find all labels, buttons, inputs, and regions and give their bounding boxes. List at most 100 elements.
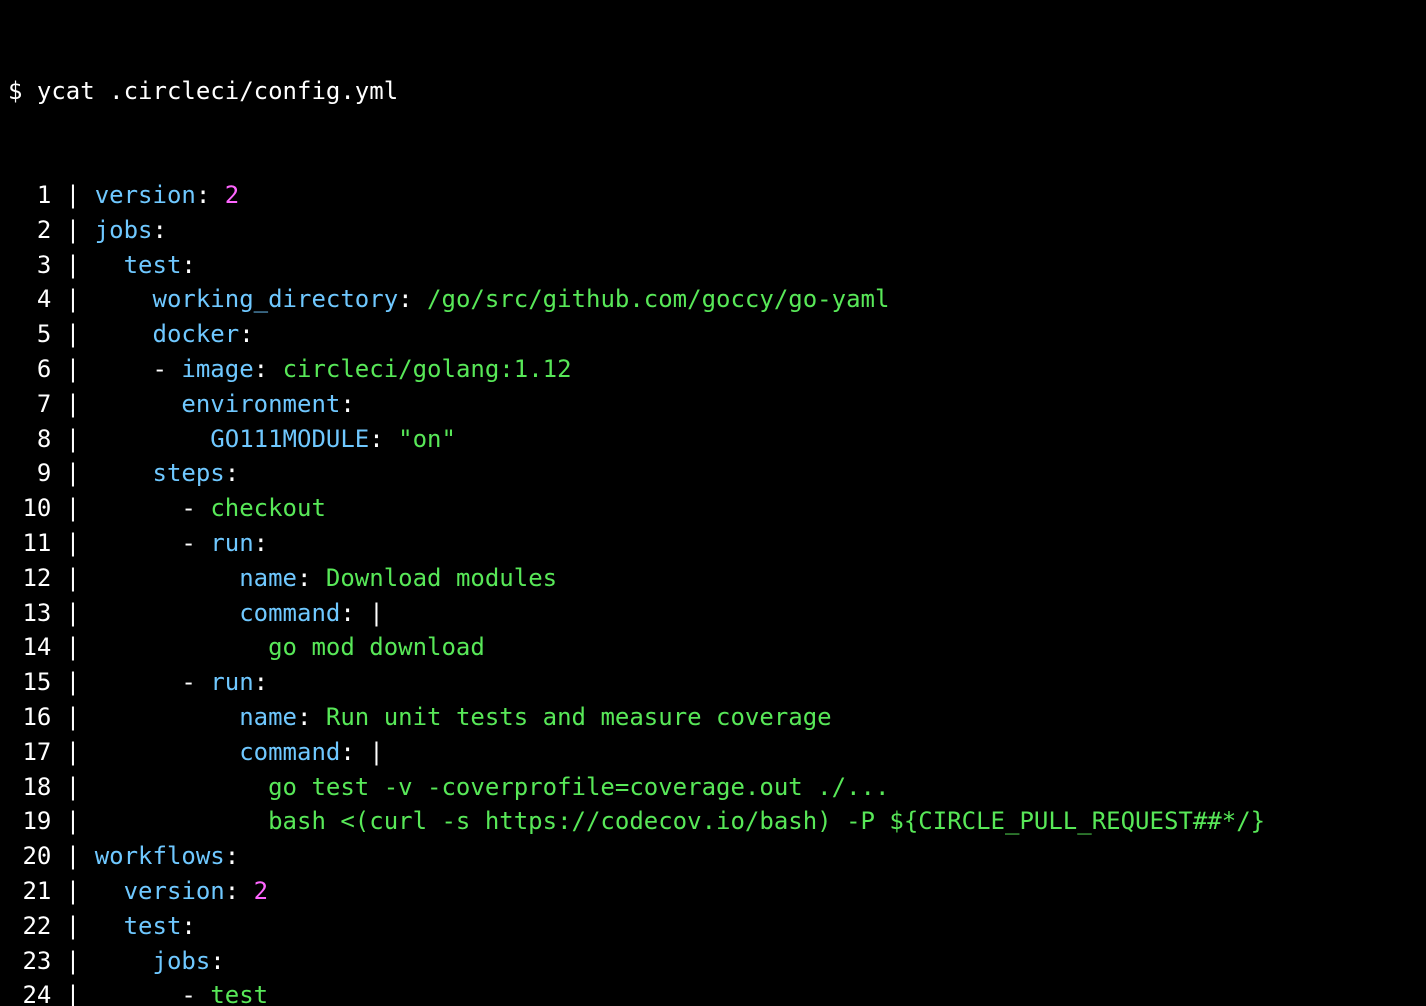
code-line: 18 | go test -v -coverprofile=coverage.o…	[8, 770, 1418, 805]
gutter-bar: |	[51, 529, 94, 557]
val-token: go mod download	[268, 633, 485, 661]
line-number: 11	[8, 526, 51, 561]
key-token: run	[210, 668, 253, 696]
line-number: 13	[8, 596, 51, 631]
line-number: 18	[8, 770, 51, 805]
gutter-bar: |	[51, 564, 94, 592]
plain-token	[95, 947, 153, 975]
key-token: environment	[181, 390, 340, 418]
line-number: 16	[8, 700, 51, 735]
plain-token: :	[239, 320, 253, 348]
plain-token: :	[254, 355, 283, 383]
key-token: jobs	[95, 216, 153, 244]
key-token: docker	[153, 320, 240, 348]
key-token: working_directory	[153, 285, 399, 313]
line-number: 3	[8, 248, 51, 283]
file-output: 1 | version: 22 | jobs:3 | test:4 | work…	[8, 178, 1418, 1006]
plain-token	[95, 494, 182, 522]
key-token: version	[95, 181, 196, 209]
key-token: steps	[153, 459, 225, 487]
key-token: test	[124, 251, 182, 279]
key-token: name	[239, 703, 297, 731]
gutter-bar: |	[51, 947, 94, 975]
val-token: Download modules	[326, 564, 557, 592]
plain-token	[95, 981, 182, 1006]
plain-token	[95, 529, 182, 557]
dash-token: -	[153, 355, 182, 383]
code-line: 17 | command: |	[8, 735, 1418, 770]
command-line: $ ycat .circleci/config.yml	[8, 74, 1418, 109]
gutter-bar: |	[51, 285, 94, 313]
plain-token	[95, 390, 182, 418]
val-token: bash <(curl -s https://codecov.io/bash) …	[268, 807, 1265, 835]
plain-token	[95, 912, 124, 940]
gutter-bar: |	[51, 773, 94, 801]
gutter-bar: |	[51, 390, 94, 418]
line-number: 22	[8, 909, 51, 944]
command-text: ycat .circleci/config.yml	[37, 77, 398, 105]
code-line: 12 | name: Download modules	[8, 561, 1418, 596]
plain-token	[95, 738, 240, 766]
gutter-bar: |	[51, 877, 94, 905]
dash-token: -	[181, 668, 210, 696]
line-number: 7	[8, 387, 51, 422]
code-line: 5 | docker:	[8, 317, 1418, 352]
gutter-bar: |	[51, 181, 94, 209]
line-number: 8	[8, 422, 51, 457]
key-token: test	[124, 912, 182, 940]
line-number: 21	[8, 874, 51, 909]
code-line: 6 | - image: circleci/golang:1.12	[8, 352, 1418, 387]
dash-token: -	[181, 981, 210, 1006]
key-token: GO111MODULE	[210, 425, 369, 453]
gutter-bar: |	[51, 738, 94, 766]
gutter-bar: |	[51, 320, 94, 348]
plain-token	[95, 425, 211, 453]
code-line: 19 | bash <(curl -s https://codecov.io/b…	[8, 804, 1418, 839]
plain-token: :	[181, 912, 195, 940]
gutter-bar: |	[51, 216, 94, 244]
plain-token: :	[398, 285, 427, 313]
plain-token	[95, 599, 240, 627]
terminal[interactable]: $ ycat .circleci/config.yml 1 | version:…	[0, 0, 1426, 1006]
code-line: 3 | test:	[8, 248, 1418, 283]
gutter-bar: |	[51, 807, 94, 835]
code-line: 13 | command: |	[8, 596, 1418, 631]
code-line: 20 | workflows:	[8, 839, 1418, 874]
plain-token: :	[225, 842, 239, 870]
val-token: /go/src/github.com/goccy/go-yaml	[427, 285, 889, 313]
gutter-bar: |	[51, 355, 94, 383]
plain-token	[95, 633, 268, 661]
key-token: command	[239, 738, 340, 766]
code-line: 22 | test:	[8, 909, 1418, 944]
line-number: 12	[8, 561, 51, 596]
prompt-symbol: $	[8, 77, 22, 105]
key-token: run	[210, 529, 253, 557]
gutter-bar: |	[51, 599, 94, 627]
code-line: 23 | jobs:	[8, 944, 1418, 979]
val-token: test	[210, 981, 268, 1006]
line-number: 15	[8, 665, 51, 700]
plain-token	[95, 564, 240, 592]
key-token: image	[181, 355, 253, 383]
plain-token	[95, 703, 240, 731]
gutter-bar: |	[51, 633, 94, 661]
num-token: 2	[225, 181, 239, 209]
plain-token: :	[254, 668, 268, 696]
plain-token	[95, 320, 153, 348]
line-number: 24	[8, 978, 51, 1006]
code-line: 4 | working_directory: /go/src/github.co…	[8, 282, 1418, 317]
line-number: 14	[8, 630, 51, 665]
code-line: 10 | - checkout	[8, 491, 1418, 526]
plain-token	[95, 668, 182, 696]
pipe-token: |	[369, 599, 383, 627]
line-number: 5	[8, 317, 51, 352]
line-number: 1	[8, 178, 51, 213]
val-token: Run unit tests and measure coverage	[326, 703, 832, 731]
line-number: 20	[8, 839, 51, 874]
code-line: 16 | name: Run unit tests and measure co…	[8, 700, 1418, 735]
plain-token: :	[369, 425, 398, 453]
line-number: 4	[8, 282, 51, 317]
key-token: workflows	[95, 842, 225, 870]
val-token: checkout	[210, 494, 326, 522]
gutter-bar: |	[51, 494, 94, 522]
